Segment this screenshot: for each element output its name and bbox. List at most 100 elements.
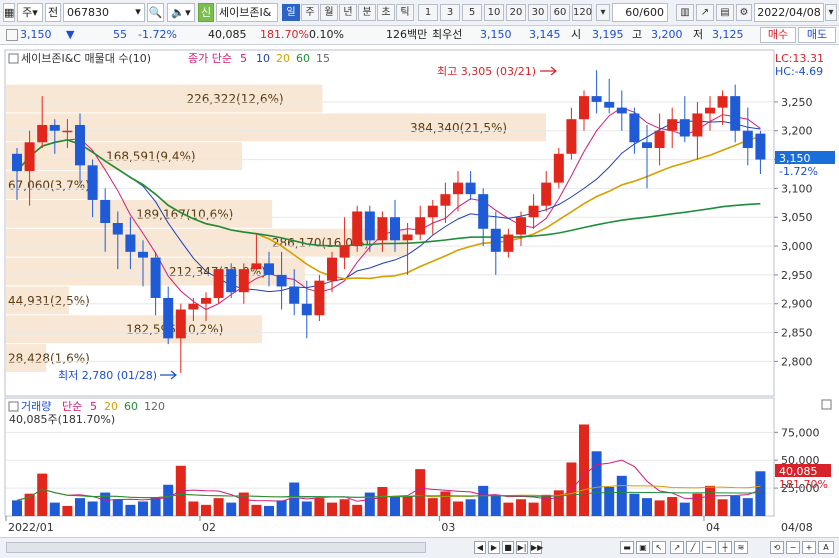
open-price: 3,195 xyxy=(592,28,624,41)
new-badge: 신 xyxy=(198,3,214,22)
lc-label: LC:13.31 xyxy=(775,52,824,65)
quote-price: 3,150 xyxy=(20,28,52,41)
volume-bar xyxy=(654,500,665,516)
minus-icon[interactable]: − xyxy=(786,541,800,554)
price-tick-label: 3,100 xyxy=(781,182,813,195)
speaker-icon[interactable]: 🔈▾ xyxy=(167,3,195,22)
candle-body xyxy=(37,124,48,143)
interval-button-30[interactable]: 30 xyxy=(528,4,548,21)
profile-label: 28,428(1,6%) xyxy=(8,352,90,366)
volume-bar xyxy=(667,497,678,516)
candle-body xyxy=(112,223,123,235)
layout-icon[interactable]: ▤ xyxy=(716,4,734,21)
ma-period-20: 20 xyxy=(276,52,290,65)
period-tab-3[interactable]: 년 xyxy=(339,4,357,21)
trend-icon[interactable]: ↗ xyxy=(670,541,684,554)
interval-dropdown-icon[interactable]: ▾ xyxy=(596,4,610,21)
volume-bar xyxy=(12,500,22,516)
count-value: 60/600 xyxy=(625,6,664,19)
play-icon[interactable]: ▶ xyxy=(488,541,500,554)
period-tab-6[interactable]: 틱 xyxy=(396,4,414,21)
search-icon[interactable]: 🔍 xyxy=(147,3,164,22)
stock-name: 세이브존I& xyxy=(216,3,278,22)
interval-button-1[interactable]: 1 xyxy=(418,4,438,21)
cross-icon[interactable]: ┼ xyxy=(718,541,732,554)
period-tab-1[interactable]: 주 xyxy=(301,4,319,21)
volume-current-note: 40,085주(181.70%) xyxy=(9,413,115,426)
gear-icon[interactable]: ⚙ xyxy=(736,4,752,21)
buy-button[interactable]: 매수 xyxy=(760,27,796,43)
candle-body xyxy=(175,309,186,339)
compare-icon[interactable]: ↗ xyxy=(696,4,714,21)
reset-icon[interactable]: ⟲ xyxy=(770,541,784,554)
candle-body xyxy=(12,153,22,172)
ma-label: 종가 단순 xyxy=(188,52,232,65)
profile-label: 44,931(2,5%) xyxy=(8,294,90,308)
price-tick-label: 2,900 xyxy=(781,298,813,311)
grid-icon[interactable]: ▦ xyxy=(3,3,15,22)
candle-body xyxy=(478,194,489,229)
volume-ma-label: 단순 xyxy=(62,400,82,413)
volume-bar xyxy=(692,493,703,516)
candle-body xyxy=(604,101,615,108)
volume-bar xyxy=(87,501,98,516)
text-icon[interactable]: A xyxy=(818,541,834,554)
code-dropdown-icon[interactable]: ▾ xyxy=(132,3,144,22)
line-icon[interactable]: ╱ xyxy=(686,541,700,554)
interval-button-20[interactable]: 20 xyxy=(506,4,526,21)
prev-button[interactable]: 전 xyxy=(45,3,61,22)
fibo-icon[interactable]: ≋ xyxy=(734,541,748,554)
candle-body xyxy=(163,297,174,339)
checkbox-icon[interactable] xyxy=(6,29,18,41)
volume-bar xyxy=(314,498,325,516)
candle-body xyxy=(188,303,199,310)
chart-svg[interactable]: 226,322(12,6%) 384,340(21,5%) 168,591(9,4%… xyxy=(0,45,839,537)
end-icon[interactable]: ▶| xyxy=(516,541,528,554)
date-label: 2022/01 xyxy=(8,521,54,534)
type-select[interactable]: 주▾ xyxy=(17,3,43,22)
first-icon[interactable]: ◀ xyxy=(474,541,486,554)
volume-bar xyxy=(289,482,300,516)
panel-close-icon[interactable] xyxy=(821,399,832,410)
price-tick-label: 2,950 xyxy=(781,269,813,282)
candle-body xyxy=(402,234,413,241)
interval-button-5[interactable]: 5 xyxy=(462,4,482,21)
candle-body xyxy=(62,130,73,133)
volume-bar xyxy=(755,471,766,516)
volume-bar xyxy=(742,498,753,516)
quote-amount: 126백만 xyxy=(386,28,428,41)
period-tab-2[interactable]: 월 xyxy=(320,4,338,21)
interval-button-10[interactable]: 10 xyxy=(484,4,504,21)
candle-body xyxy=(705,107,715,114)
chart-area[interactable]: 226,322(12,6%) 384,340(21,5%) 168,591(9,4%… xyxy=(0,45,839,558)
pointer-icon[interactable]: ↖ xyxy=(652,541,666,554)
volume-tag-value: 40,085 xyxy=(779,465,818,478)
stop-icon[interactable]: ■ xyxy=(502,541,514,554)
panel-menu-icon[interactable] xyxy=(8,53,19,64)
vol-ma-120: 120 xyxy=(144,400,165,413)
interval-button-60[interactable]: 60 xyxy=(550,4,570,21)
period-tab-0[interactable]: 일 xyxy=(282,4,300,21)
volume-bar xyxy=(528,502,539,516)
interval-button-120[interactable]: 120 xyxy=(572,4,592,21)
interval-button-3[interactable]: 3 xyxy=(440,4,460,21)
candle-body xyxy=(390,217,400,241)
best-bid: 3,145 xyxy=(529,28,561,41)
period-tab-4[interactable]: 분 xyxy=(358,4,376,21)
zoom-in-icon[interactable]: ▣ xyxy=(636,541,650,554)
sell-button[interactable]: 매도 xyxy=(798,27,836,43)
calendar-icon[interactable]: ▾ xyxy=(825,4,837,21)
date-input[interactable]: 2022/04/08 xyxy=(754,3,824,22)
hline-icon[interactable]: ─ xyxy=(702,541,716,554)
volume-bar xyxy=(201,504,211,516)
zoom-out-icon[interactable]: ▬ xyxy=(620,541,634,554)
volume-bar xyxy=(490,494,501,516)
count-input[interactable]: 60/600 xyxy=(612,3,668,22)
scroll-track[interactable] xyxy=(6,542,426,553)
candle-body xyxy=(87,165,98,200)
plus-icon[interactable]: + xyxy=(802,541,816,554)
last-icon[interactable]: ▶▶ xyxy=(530,541,543,554)
volume-menu-icon[interactable] xyxy=(8,401,19,412)
indicator-icon[interactable]: ▥ xyxy=(676,4,694,21)
period-tab-5[interactable]: 초 xyxy=(377,4,395,21)
